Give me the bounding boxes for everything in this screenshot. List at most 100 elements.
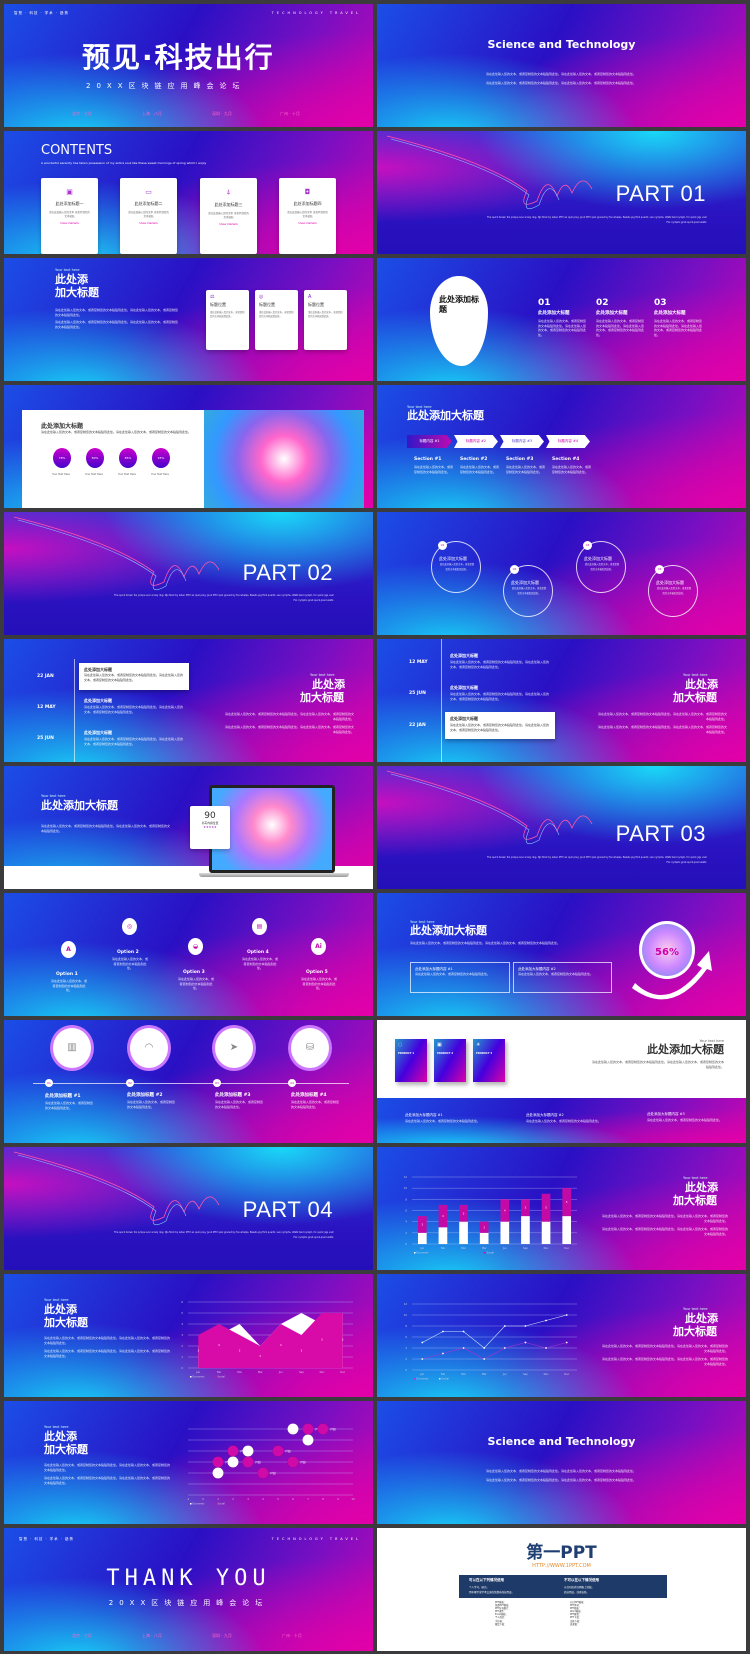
section-3: Section #3 xyxy=(506,457,534,462)
y-tick-label: 2 xyxy=(181,1344,183,1348)
slide-part-02[interactable]: PART 02 The quick brown fox jumps over a… xyxy=(4,512,373,635)
section-1: Section #1 xyxy=(414,457,442,462)
bar-economic xyxy=(521,1216,530,1244)
bottom-title-1: 此处添加大标题内容 #1 xyxy=(405,1113,443,1117)
option-body: 请在此处输入您的文本，或者复制您的文本粘贴到此处。 xyxy=(300,977,337,990)
panel-title: 此处添加大标题 xyxy=(41,423,84,430)
option-5[interactable]: Option 5 xyxy=(306,970,328,975)
chevron-4[interactable]: 标题内容 #4 xyxy=(546,435,590,448)
link-item[interactable]: 教案下载： xyxy=(495,1623,570,1626)
legend-swatch xyxy=(190,1503,192,1505)
slide-17[interactable]: ▥ ◠ ➤ ⛁ 01 02 03 04 此处添加标题 #1 此处添加标题 #2 … xyxy=(4,1020,373,1143)
point-label: (Y值) xyxy=(255,1460,261,1464)
point-social xyxy=(545,1319,547,1322)
slide-16[interactable]: Your text here 此处添加大标题 请在此处输入您的文本，或者复制您的… xyxy=(377,893,746,1016)
slide-13[interactable]: Your text here 此处添加大标题 请在此处输入您的文本，或者复制您的… xyxy=(4,766,373,889)
slide-contents[interactable]: CONTENTS A wonderful serenity has taken … xyxy=(4,131,373,254)
event-title-2: 此处添加大标题 xyxy=(84,698,112,703)
slide-options[interactable]: A ◎ ◒ ▤ Ai Option 1 Option 2 Option 3 Op… xyxy=(4,893,373,1016)
slide-7[interactable]: 此处添加大标题 请在此处输入您的文本，或者复制您的文本粘贴到此处。请在此处输入您… xyxy=(4,385,373,508)
slide-title: 此处添加大标题 xyxy=(647,1043,724,1056)
view-details-link[interactable]: View Details xyxy=(120,221,177,225)
y-tick-label: 4 xyxy=(405,1220,407,1224)
event-title-3: 此处添加大标题 xyxy=(84,730,112,735)
thanks-title: THANK YOU xyxy=(106,1566,271,1591)
slide-intro[interactable]: Science and Technology 请在此处输入您的文本，或者复制您的… xyxy=(377,4,746,127)
option-3[interactable]: Option 3 xyxy=(183,970,205,975)
slide-timeline-2[interactable]: 12 MAY 25 JUN 22 JAN 此处添加大标题 请在此处输入您的文本，… xyxy=(377,639,746,762)
slide-timeline-1[interactable]: 22 JAN 12 MAY 25 JUN 此处添加大标题 请在此处输入您的文本，… xyxy=(4,639,373,762)
city-1: 北京 · 七月 xyxy=(72,1633,92,1638)
item-body: 请在此处输入您的文本，或者复制您的文本粘贴到此处。 xyxy=(656,587,692,595)
contents-card-4[interactable]: ◘ 此处添加标题四 请在此处输入您的文本 或者复制您的文本粘贴 View Detail… xyxy=(279,178,336,254)
info-card-2: ◎ 标题位置 请在此处输入您的文本，或者复制您的文本粘贴到此处。 xyxy=(255,290,298,350)
slide-5[interactable]: Your text here 此处添 加大标题 请在此处输入您的文本，或者复制您… xyxy=(4,258,373,381)
title-line-1: 此处添 xyxy=(685,678,718,691)
slide-outro[interactable]: Science and Technology 请在此处输入您的文本，或者复制您的… xyxy=(377,1401,746,1524)
contents-card-2[interactable]: ▭ 此处添加标题二 请在此处输入您的文本 或者复制您的文本粘贴 View Detail… xyxy=(120,178,177,254)
timeline-line xyxy=(33,1083,349,1084)
point-economic xyxy=(565,1341,568,1344)
slide-10[interactable]: 01 02 03 04 此处添加大标题 此处添加大标题 此处添加大标题 此处添加… xyxy=(377,512,746,635)
view-details-link[interactable]: View Details xyxy=(41,221,98,225)
point-label: (Y值) xyxy=(240,1449,246,1453)
slide-cover[interactable]: 智慧 · 科技 · 学术 · 趋势 TECHNOLOGY TRAVEL 预见·科… xyxy=(4,4,373,127)
contents-card-3[interactable]: ⍋ 此处添加标题三 请在此处输入您的文本 或者复制您的文本粘贴 View Detail… xyxy=(200,178,257,254)
outro-body-2: 请在此处输入您的文本，或者复制您的文本粘贴到此处。请在此处输入您的文本，或者复制… xyxy=(485,1478,636,1482)
slide-6[interactable]: 此处添加标题 01 此处添加大标题 请在此处输入您的文本，或者复制您的文本粘贴到… xyxy=(377,258,746,381)
event-body-2: 请在此处输入您的文本，或者复制您的文本粘贴到此处。请在此处输入您的文本，或者复制… xyxy=(450,692,550,701)
x-tick-label: -1 xyxy=(187,1497,190,1501)
date-2: 12 MAY xyxy=(37,705,56,710)
slide-area-chart[interactable]: 0 1 2 3 4 5 6 Jan Feb Mar Mar Jun Sep Nov Dec 3 4 3 2 4 3 5 5 E… xyxy=(4,1274,373,1397)
slide-line-chart[interactable]: 0 2 4 6 8 10 12 Jan Feb Mar Mar Jun Sep Nov Dec Economi… xyxy=(377,1274,746,1397)
slide-part-03[interactable]: PART 03 The quick brown fox jumps over a… xyxy=(377,766,746,889)
chevron-3[interactable]: 标题内容 #3 xyxy=(500,435,544,448)
slide-bar-chart[interactable]: 0 2 4 6 8 10 12 Jan Feb Mar Mar Jun Sep Nov Dec 3 4 3 2 4 3 5… xyxy=(377,1147,746,1270)
credits-url[interactable]: HTTP://WWW.1PPT.COM xyxy=(377,1563,746,1569)
slide-bubble-chart[interactable]: -1 0 1 2 3 4 5 6 7 8 9 10 (Y值) (Y值) (Y值) (Y值) (Y值) (Y值) (Y… xyxy=(4,1401,373,1524)
y-tick-label: 5 xyxy=(181,1311,183,1315)
part-title: PART 02 xyxy=(242,560,333,585)
item-title-2: 此处添加大标题 xyxy=(511,580,539,585)
stat-label-3: Your Text Here xyxy=(118,473,136,476)
cover-brand: TECHNOLOGY TRAVEL xyxy=(271,11,361,15)
contents-card-1[interactable]: ▣ 此处添加标题一 请在此处输入您的文本 或者复制您的文本粘贴 View Detail… xyxy=(41,178,98,254)
view-details-link[interactable]: View Details xyxy=(200,222,257,226)
bar-economic xyxy=(459,1221,468,1244)
slide-thank-you[interactable]: 智慧 · 科技 · 学术 · 趋势 TECHNOLOGY TRAVEL THAN… xyxy=(4,1528,373,1651)
col-body-2: 请在此处输入您的文本，或者复制您的文本粘贴到此处。请在此处输入您的文本，或者复制… xyxy=(596,319,645,337)
view-details-link[interactable]: View Details xyxy=(279,221,336,225)
headset-icon: ◠ xyxy=(130,1028,168,1068)
body-text: 请在此处输入您的文本，或者复制您的文本粘贴到此处。请在此处输入您的文本，或者复制… xyxy=(55,320,179,329)
chevron-1[interactable]: 标题内容 #1 xyxy=(407,435,452,448)
slide-credits[interactable]: 第一PPT HTTP://WWW.1PPT.COM 可以在以下列情况使用 个人学… xyxy=(377,1528,746,1651)
slide-18[interactable]: ◌ PRODUCT 1 ▣ PRODUCT 2 ☀ PRODUCT 3 Your te… xyxy=(377,1020,746,1143)
product-label: PRODUCT 1 xyxy=(398,1052,415,1055)
x-tick-label: Sep xyxy=(299,1370,304,1374)
cover-title: 预见·科技出行 xyxy=(82,41,275,74)
point-economic xyxy=(462,1347,465,1349)
chevron-2[interactable]: 标题内容 #2 xyxy=(454,435,498,448)
slide-8[interactable]: Your text here 此处添加大标题 标题内容 #1 标题内容 #2 标… xyxy=(377,385,746,508)
legend-label: Social xyxy=(218,1375,226,1379)
slide-part-01[interactable]: PART 01 The quick brown fox jumps over a… xyxy=(377,131,746,254)
option-1[interactable]: Option 1 xyxy=(56,972,78,977)
item-body: 请在此处输入您的文本，或者复制您的文本粘贴到此处。 xyxy=(511,587,547,595)
outro-body: 请在此处输入您的文本，或者复制您的文本粘贴到此处。请在此处输入您的文本，或者复制… xyxy=(485,1469,636,1473)
y-tick-label: 4 xyxy=(405,1346,407,1350)
bubble-social xyxy=(317,1423,329,1435)
option-4[interactable]: Option 4 xyxy=(247,950,269,955)
col-title-1: 此处添加大标题 xyxy=(538,311,570,316)
event-title-1: 此处添加大标题 xyxy=(450,653,478,658)
bar-economic xyxy=(500,1221,510,1244)
x-tick-label: Sep xyxy=(523,1372,528,1376)
x-tick-label: Jun xyxy=(278,1370,283,1374)
text-icon: A xyxy=(61,941,76,958)
x-tick-label: Nov xyxy=(320,1370,325,1374)
link-item[interactable]: 说课稿： xyxy=(570,1623,579,1626)
point-economic xyxy=(503,1347,506,1349)
body-text: 请在此处输入您的文本，或者复制您的文本粘贴到此处。请在此处输入您的文本，或者复制… xyxy=(44,1336,171,1345)
slide-part-04[interactable]: PART 04 The quick brown fox jumps over a… xyxy=(4,1147,373,1270)
option-2[interactable]: Option 2 xyxy=(117,950,139,955)
section-4: Section #4 xyxy=(552,457,580,462)
